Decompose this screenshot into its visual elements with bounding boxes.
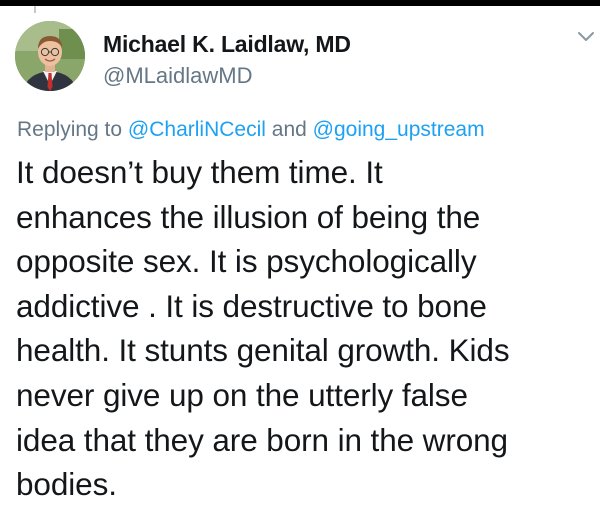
mention-link-going-upstream[interactable]: @going_upstream <box>313 118 485 141</box>
tweet-text-line: health. It stunts genital growth. Kids <box>16 332 510 369</box>
author-handle[interactable]: @MLaidlawMD <box>103 62 351 90</box>
replying-to: Replying to @CharliNCecil and @going_ups… <box>17 116 485 144</box>
replying-to-connector: and <box>271 118 307 141</box>
tweet-card: Michael K. Laidlaw, MD @MLaidlawMD Reply… <box>0 0 600 530</box>
tweet-text-line: It doesn’t buy them time. It <box>16 154 383 190</box>
chevron-down-icon <box>578 32 594 41</box>
author-display-name[interactable]: Michael K. Laidlaw, MD <box>103 30 351 58</box>
mention-link-charlincecil[interactable]: @CharliNCecil <box>128 118 266 141</box>
tweet-text-line: bodies. <box>16 466 117 503</box>
tweet-text-line: enhances the illusion of being the <box>16 198 481 235</box>
profile-photo-icon <box>15 21 85 91</box>
replying-to-label: Replying to <box>17 118 123 141</box>
tweet-text-line: idea that they are born in the wrong <box>16 421 508 458</box>
tweet-text-line: addictive . It is destructive to bone <box>16 287 487 324</box>
avatar[interactable] <box>15 21 85 91</box>
author-block[interactable]: Michael K. Laidlaw, MD @MLaidlawMD <box>103 30 351 90</box>
tweet-menu-button[interactable] <box>577 30 595 44</box>
tweet-text-line: never give up on the utterly false <box>16 376 468 413</box>
tweet-text: It doesn’t buy them time. It enhances th… <box>16 150 594 507</box>
tweet-text-line: opposite sex. It is psychologically <box>16 243 477 280</box>
